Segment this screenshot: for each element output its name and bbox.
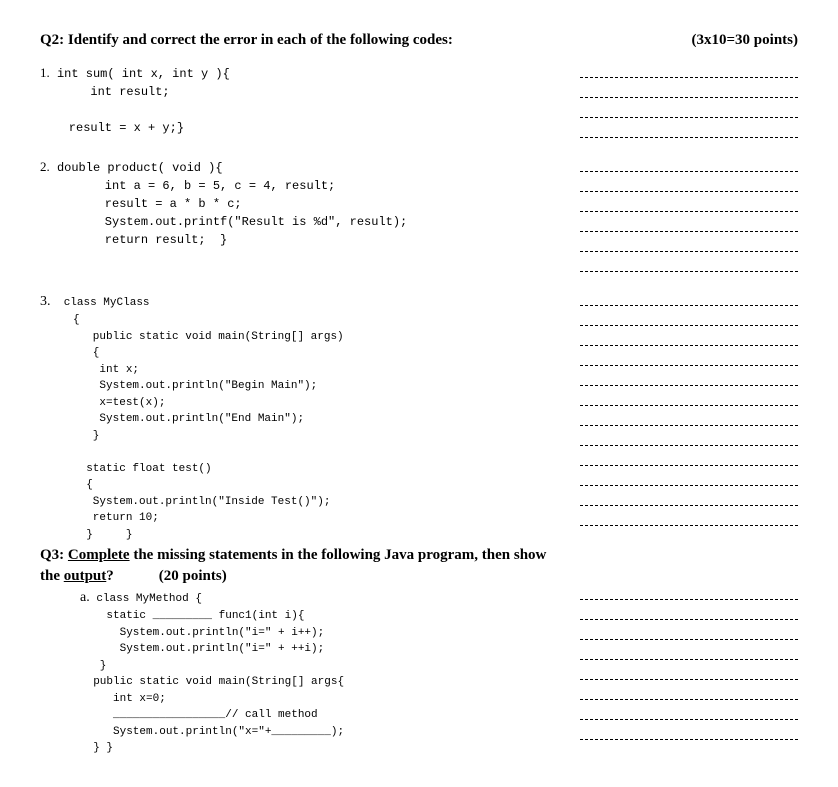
blank-line bbox=[580, 431, 798, 446]
blank-line bbox=[580, 331, 798, 346]
blank-line bbox=[580, 257, 798, 272]
blank-line bbox=[580, 725, 798, 740]
blank-line bbox=[580, 665, 798, 680]
blank-line bbox=[580, 197, 798, 212]
answer-lines-q3 bbox=[560, 545, 798, 745]
blank-line bbox=[580, 63, 798, 78]
blank-line bbox=[580, 511, 798, 526]
blank-line bbox=[580, 391, 798, 406]
q2-block-2: 2. double product( void ){ int a = 6, b … bbox=[40, 157, 798, 277]
blank-line bbox=[580, 83, 798, 98]
q3-left: Q3: Complete the missing statements in t… bbox=[40, 545, 560, 757]
blank-line bbox=[580, 411, 798, 426]
blank-line bbox=[580, 157, 798, 172]
q2-header: Q2: Identify and correct the error in ea… bbox=[40, 30, 798, 51]
blank-line bbox=[580, 451, 798, 466]
q3-block: Q3: Complete the missing statements in t… bbox=[40, 545, 798, 757]
blank-line bbox=[580, 491, 798, 506]
q2-block-1: 1. int sum( int x, int y ){ int result; … bbox=[40, 63, 798, 143]
answer-lines-1 bbox=[560, 63, 798, 143]
answer-lines-2 bbox=[560, 157, 798, 277]
answer-lines-3 bbox=[560, 291, 798, 531]
blank-line bbox=[580, 705, 798, 720]
blank-line bbox=[580, 217, 798, 232]
blank-line bbox=[580, 625, 798, 640]
blank-line bbox=[580, 311, 798, 326]
blank-line bbox=[580, 371, 798, 386]
blank-line bbox=[580, 177, 798, 192]
blank-line bbox=[580, 645, 798, 660]
code-block-3: 3. class MyClass { public static void ma… bbox=[40, 291, 560, 543]
q2-block-3: 3. class MyClass { public static void ma… bbox=[40, 291, 798, 543]
blank-line bbox=[580, 351, 798, 366]
q3-title: Q3: Complete the missing statements in t… bbox=[40, 545, 560, 587]
blank-line bbox=[580, 605, 798, 620]
blank-line bbox=[580, 585, 798, 600]
q2-title: Q2: Identify and correct the error in ea… bbox=[40, 30, 453, 51]
code-block-1: 1. int sum( int x, int y ){ int result; … bbox=[40, 63, 560, 137]
blank-line bbox=[580, 237, 798, 252]
blank-line bbox=[580, 123, 798, 138]
q2-points: (3x10=30 points) bbox=[692, 30, 798, 51]
blank-line bbox=[580, 685, 798, 700]
blank-line bbox=[580, 471, 798, 486]
blank-line bbox=[580, 103, 798, 118]
code-block-2: 2. double product( void ){ int a = 6, b … bbox=[40, 157, 560, 249]
blank-line bbox=[580, 291, 798, 306]
